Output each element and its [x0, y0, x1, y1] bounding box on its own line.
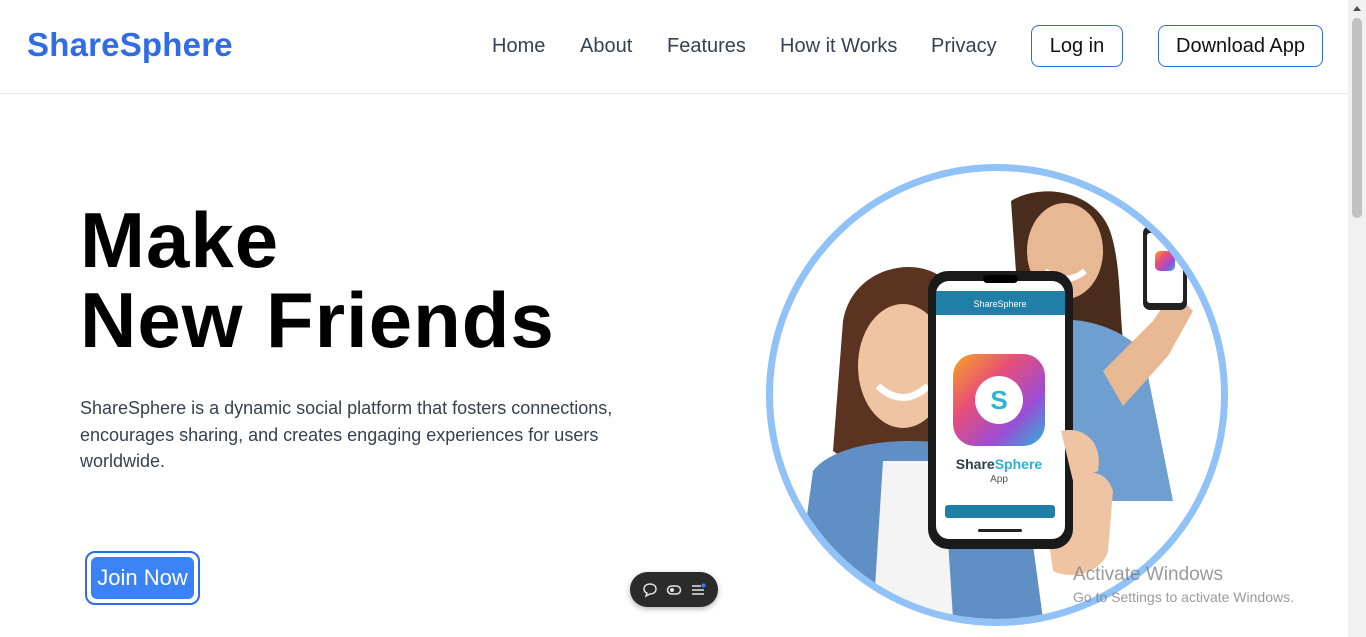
menu-list-icon[interactable] [688, 580, 708, 600]
nav-privacy[interactable]: Privacy [931, 35, 997, 58]
hero-illustration: ShareSphere S ShareSphere App [793, 191, 1193, 619]
phone-app-header: ShareSphere [973, 299, 1026, 309]
phone-subtitle: App [990, 474, 1008, 485]
hero-headline-line2: New Friends [80, 276, 555, 364]
main-phone: ShareSphere S ShareSphere App [928, 271, 1073, 549]
join-now-focus-ring: Join Now [85, 551, 200, 605]
nav-about[interactable]: About [580, 35, 632, 58]
page-scrollbar[interactable] [1348, 0, 1366, 637]
activate-windows-subtitle: Go to Settings to activate Windows. [1073, 589, 1294, 605]
scroll-up-arrow-icon[interactable] [1353, 6, 1361, 11]
hero-image: ShareSphere S ShareSphere App [766, 164, 1228, 626]
hero-description: ShareSphere is a dynamic social platform… [80, 398, 613, 471]
hero-headline-line1: Make [80, 196, 280, 284]
app-logo-letter: S [990, 385, 1007, 415]
login-button[interactable]: Log in [1031, 25, 1123, 67]
phone-brand: ShareSphere [956, 456, 1043, 472]
download-app-button[interactable]: Download App [1158, 25, 1323, 67]
phone-cta-bar [945, 505, 1055, 518]
activate-windows-title: Activate Windows [1073, 564, 1223, 585]
scroll-thumb[interactable] [1352, 18, 1362, 218]
floating-toolbar [630, 572, 718, 607]
chat-bubble-icon[interactable] [640, 580, 660, 600]
hero-headline: Make New Friends [80, 200, 555, 360]
join-now-button[interactable]: Join Now [89, 555, 196, 601]
nav-how-it-works[interactable]: How it Works [780, 35, 897, 58]
nav-features[interactable]: Features [667, 35, 746, 58]
toggle-icon[interactable] [664, 580, 684, 600]
site-logo[interactable]: ShareSphere [27, 26, 233, 64]
nav-home[interactable]: Home [492, 35, 545, 58]
site-header: ShareSphere Home About Features How it W… [0, 0, 1348, 94]
